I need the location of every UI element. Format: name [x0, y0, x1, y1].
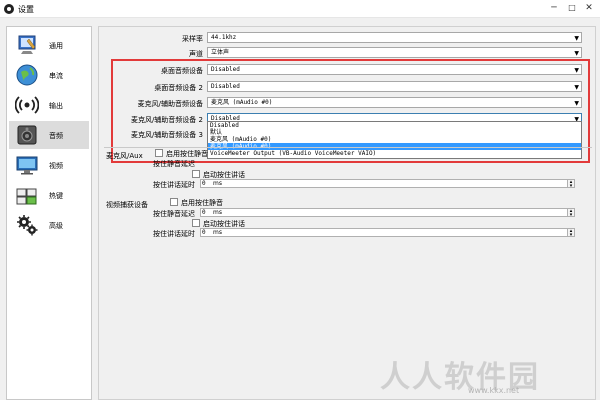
push-to-mute-delay-label: 按住静音延迟 — [153, 160, 195, 168]
channels-select[interactable]: 立体声 ▼ — [207, 47, 582, 58]
capture-push-to-mute-delay-label: 按住静音延迟 — [153, 210, 195, 218]
sidebar-item-label: 视频 — [49, 162, 63, 170]
minimize-button[interactable]: ─ — [545, 2, 563, 14]
mic-aux-value: 麦克风 (mAudio #0) — [211, 99, 273, 106]
desktop-audio-2-label: 桌面音频设备 2 — [154, 84, 203, 92]
sidebar-item-label: 通用 — [49, 42, 63, 50]
capture-device-group-label: 视频捕获设备 — [106, 201, 148, 209]
monitor-icon — [16, 156, 38, 175]
sample-rate-value: 44.1khz — [211, 34, 237, 41]
push-to-talk-delay-input[interactable] — [200, 179, 574, 188]
capture-push-to-mute-delay-input[interactable] — [200, 208, 574, 217]
channels-label: 声道 — [189, 50, 203, 58]
gears-icon — [17, 215, 38, 236]
capture-push-to-talk-delay-label: 按住讲话延时 — [153, 230, 195, 238]
chevron-down-icon: ▼ — [574, 84, 579, 91]
push-to-talk-delay-label: 按住讲话延时 — [153, 181, 195, 189]
sidebar-item-audio[interactable]: 音频 — [9, 121, 89, 149]
desktop-audio-label: 桌面音频设备 — [161, 67, 203, 75]
ms-unit-label: ms — [213, 209, 222, 216]
window-title: 设置 — [18, 5, 34, 14]
capture-push-to-mute-checkbox[interactable] — [170, 198, 178, 206]
sidebar-item-video[interactable]: 视频 — [9, 151, 89, 179]
chevron-down-icon: ▼ — [574, 67, 579, 74]
mic-aux-3-label: 麦克风/辅助音频设备 3 — [130, 131, 203, 139]
chevron-down-icon: ▼ — [574, 50, 579, 57]
capture-push-to-mute-delay-value: 0 — [202, 209, 206, 216]
broadcast-icon — [15, 96, 39, 114]
obs-logo-icon — [4, 4, 14, 14]
settings-window: 设置 ─ □ ✕ 通用 串流 输出 音频 视频 热键 高级 采样率 44.1kh… — [0, 0, 600, 400]
channels-value: 立体声 — [211, 49, 230, 56]
mic-aux-2-label: 麦克风/辅助音频设备 2 — [130, 116, 203, 124]
keyboard-icon — [16, 188, 37, 205]
sidebar-item-hotkeys[interactable]: 热键 — [9, 181, 89, 209]
capture-push-to-talk-delay-input[interactable] — [200, 228, 574, 237]
spin-arrows-icon[interactable]: ▴ ▾ — [567, 208, 575, 218]
chevron-down-icon: ▼ — [574, 35, 579, 42]
sidebar-item-advanced[interactable]: 高级 — [9, 211, 89, 239]
desktop-audio-2-value: Disabled — [211, 83, 240, 90]
general-settings-icon — [18, 35, 36, 54]
speaker-icon — [17, 125, 37, 145]
title-bar: 设置 ─ □ ✕ — [0, 0, 600, 18]
dropdown-option[interactable]: 麦克风 (mAudio #0) — [208, 136, 581, 143]
desktop-audio-select[interactable]: Disabled ▼ — [207, 64, 582, 75]
capture-push-to-talk-checkbox[interactable] — [192, 219, 200, 227]
close-button[interactable]: ✕ — [580, 2, 598, 14]
capture-push-to-mute-label: 启用按住静音 — [181, 199, 223, 207]
sidebar-item-label: 音频 — [49, 132, 63, 140]
push-to-talk-checkbox[interactable] — [192, 170, 200, 178]
globe-icon — [16, 64, 38, 86]
mic-aux-group-label: 麦克风/Aux — [106, 152, 143, 160]
push-to-mute-checkbox[interactable] — [155, 149, 163, 157]
sidebar-item-output[interactable]: 输出 — [9, 91, 89, 119]
maximize-button[interactable]: □ — [563, 2, 581, 14]
desktop-audio-2-select[interactable]: Disabled ▼ — [207, 81, 582, 92]
sample-rate-select[interactable]: 44.1khz ▼ — [207, 32, 582, 43]
sidebar-item-label: 高级 — [49, 222, 63, 230]
chevron-down-icon: ▼ — [574, 100, 579, 107]
separator — [104, 147, 592, 148]
dropdown-option[interactable]: VoiceMeeter Output (VB-Audio VoiceMeeter… — [208, 150, 581, 157]
push-to-mute-label: 启用按住静音 — [166, 150, 208, 158]
dropdown-option[interactable]: Disabled — [208, 122, 581, 129]
spin-arrows-icon[interactable]: ▴ ▾ — [567, 228, 575, 238]
mic-aux-2-dropdown-list: Disabled 默认 麦克风 (mAudio #0) 麦克风 (mAudio … — [207, 121, 582, 159]
settings-sidebar: 通用 串流 输出 音频 视频 热键 高级 — [6, 26, 92, 400]
sidebar-item-label: 输出 — [49, 102, 63, 110]
sample-rate-label: 采样率 — [182, 35, 203, 43]
ms-unit-label: ms — [213, 180, 222, 187]
sidebar-item-stream[interactable]: 串流 — [9, 61, 89, 89]
spin-arrows-icon[interactable]: ▴ ▾ — [567, 179, 575, 189]
sidebar-item-general[interactable]: 通用 — [9, 31, 89, 59]
ms-unit-label: ms — [213, 229, 222, 236]
capture-push-to-talk-delay-value: 0 — [202, 229, 206, 236]
dropdown-option[interactable]: 默认 — [208, 129, 581, 136]
mic-aux-select[interactable]: 麦克风 (mAudio #0) ▼ — [207, 97, 582, 108]
sidebar-item-label: 热键 — [49, 192, 63, 200]
watermark-url: www.kkx.net — [468, 386, 520, 395]
push-to-talk-delay-value: 0 — [202, 180, 206, 187]
sidebar-item-label: 串流 — [49, 72, 63, 80]
desktop-audio-value: Disabled — [211, 66, 240, 73]
mic-aux-label: 麦克风/辅助音频设备 — [137, 100, 203, 108]
